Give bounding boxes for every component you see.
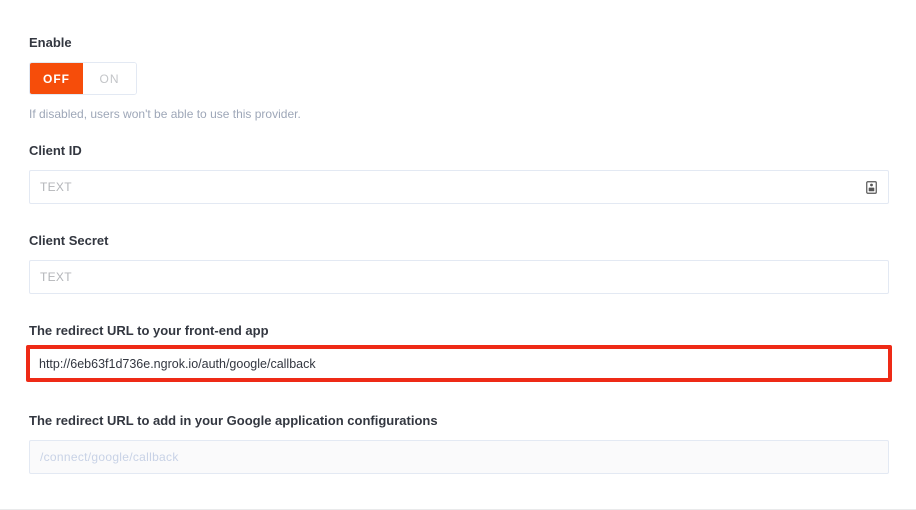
redirect-frontend-value: http://6eb63f1d736e.ngrok.io/auth/google… [39,356,316,371]
provider-settings-form: Enable OFF ON If disabled, users won't b… [0,0,916,510]
client-secret-placeholder: TEXT [40,270,72,284]
enable-hint: If disabled, users won't be able to use … [29,107,301,121]
key-icon[interactable] [864,180,878,194]
toggle-off-button[interactable]: OFF [30,63,83,94]
client-secret-label: Client Secret [29,233,109,248]
redirect-frontend-label: The redirect URL to your front-end app [29,323,269,338]
enable-toggle[interactable]: OFF ON [29,62,137,95]
redirect-google-field: /connect/google/callback [29,440,889,474]
client-id-placeholder: TEXT [40,180,72,194]
redirect-google-label: The redirect URL to add in your Google a… [29,413,438,428]
redirect-google-placeholder: /connect/google/callback [40,450,179,464]
client-id-field[interactable]: TEXT [29,170,889,204]
enable-label: Enable [29,35,72,50]
toggle-on-button[interactable]: ON [83,63,136,94]
client-id-label: Client ID [29,143,82,158]
client-secret-field[interactable]: TEXT [29,260,889,294]
redirect-frontend-field[interactable]: http://6eb63f1d736e.ngrok.io/auth/google… [26,345,892,382]
